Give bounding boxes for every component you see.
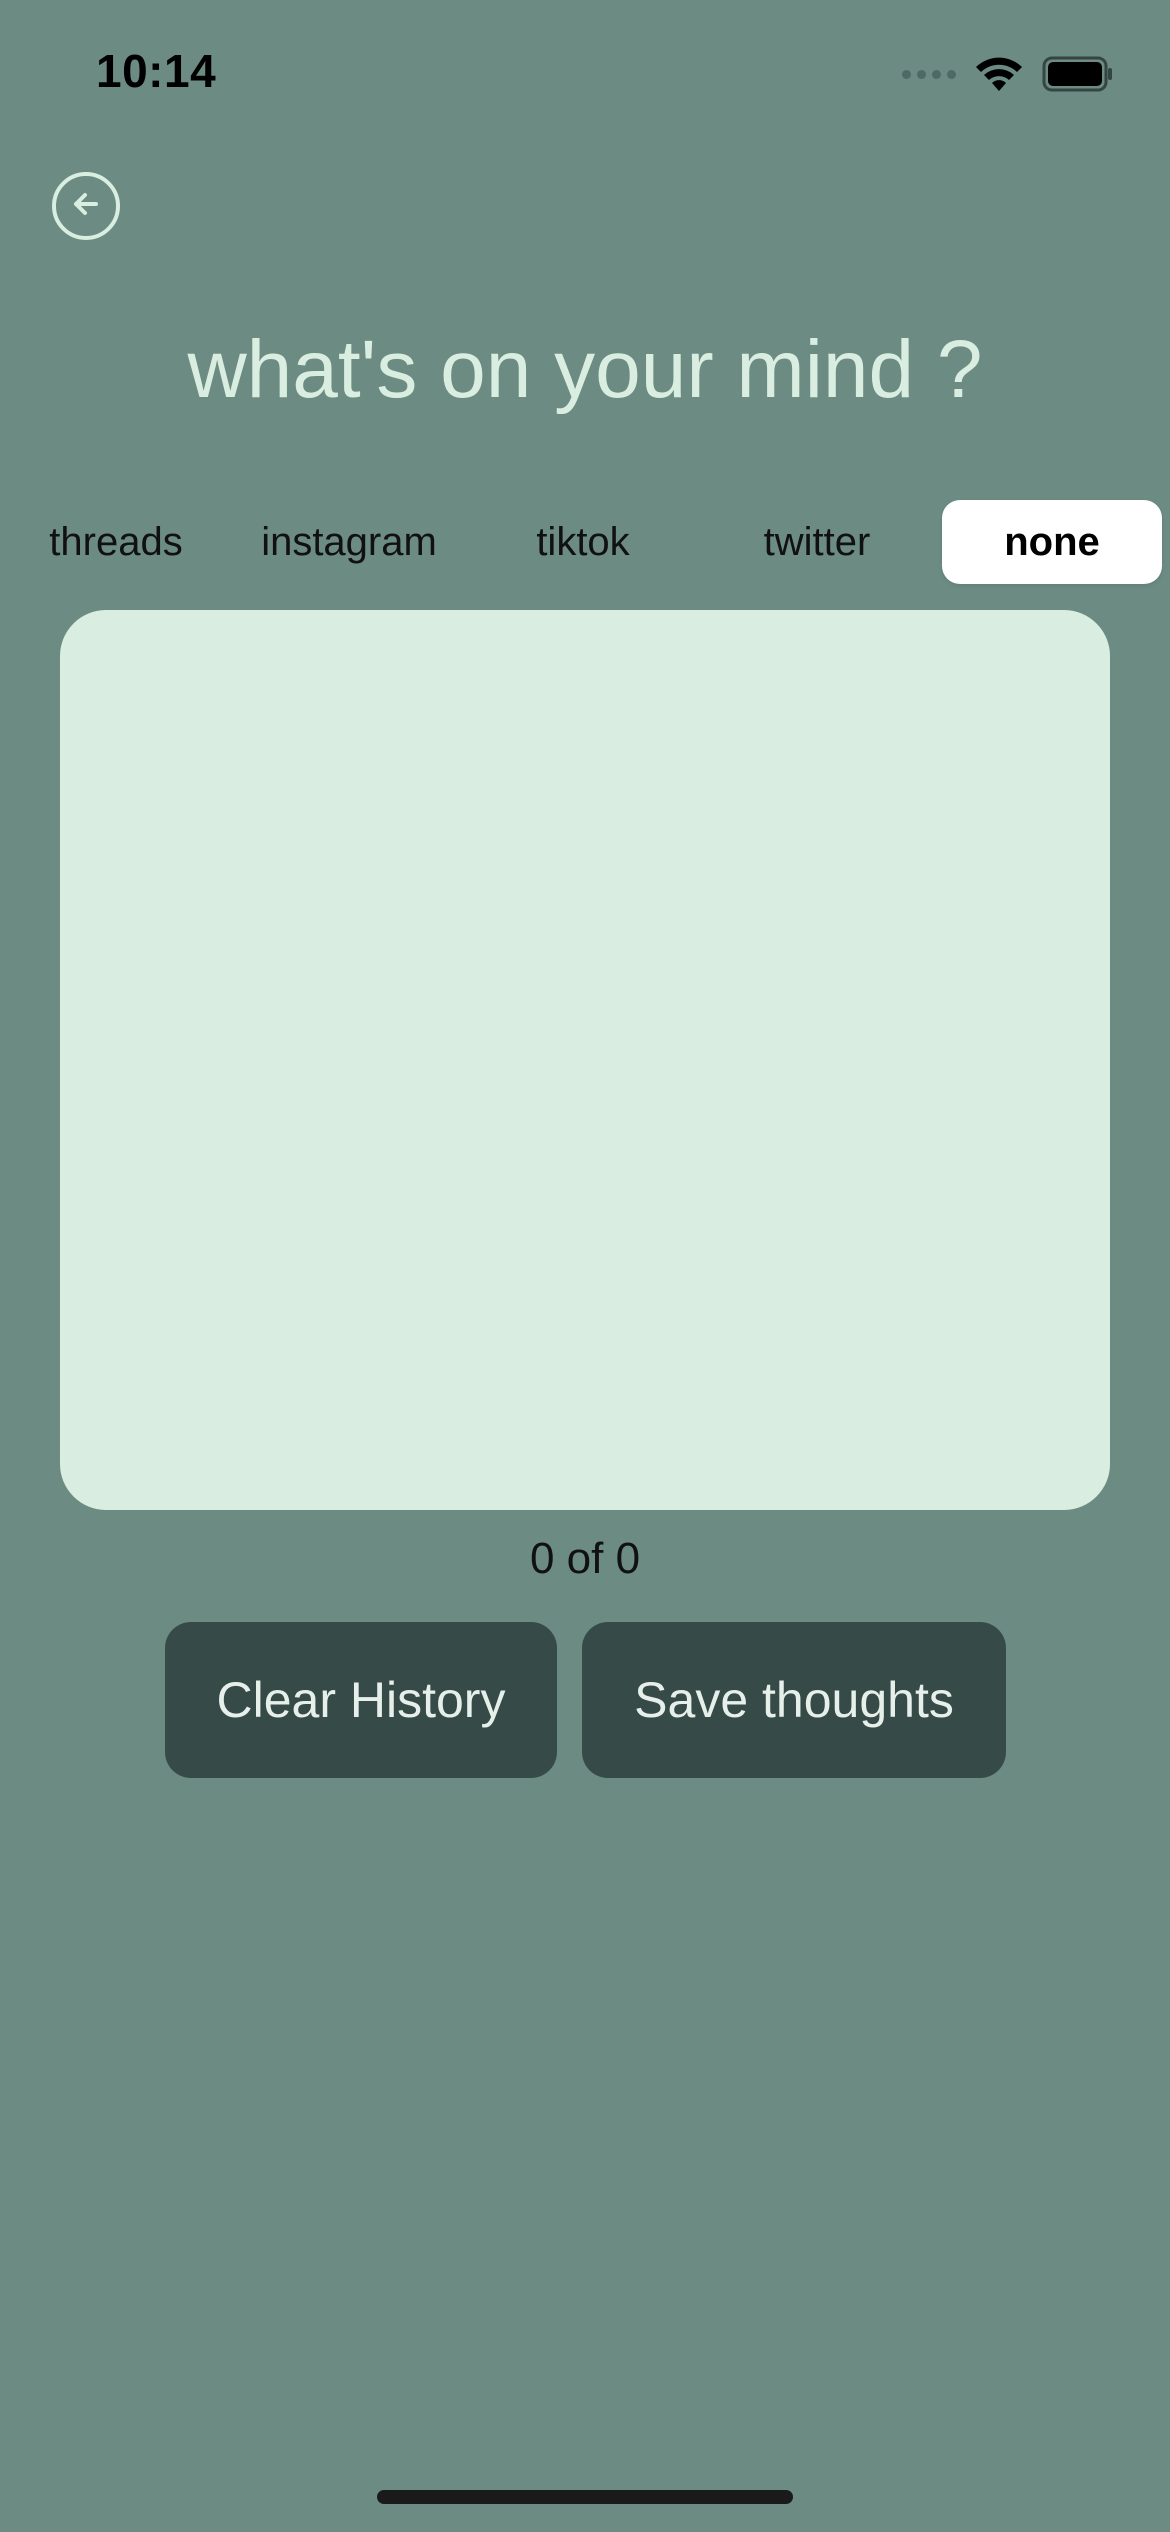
wifi-icon [974, 55, 1024, 93]
status-time: 10:14 [96, 45, 217, 97]
tab-instagram[interactable]: instagram [232, 500, 466, 584]
back-button[interactable] [52, 172, 120, 240]
tab-threads[interactable]: threads [0, 500, 232, 584]
save-thoughts-button[interactable]: Save thoughts [582, 1622, 1006, 1778]
thought-input[interactable] [60, 610, 1110, 1510]
platform-tabs: threads instagram tiktok twitter none [0, 500, 1170, 584]
battery-icon [1042, 55, 1114, 93]
cellular-signal-icon [902, 69, 956, 79]
home-indicator[interactable] [377, 2490, 793, 2504]
tab-twitter[interactable]: twitter [700, 500, 934, 584]
history-counter: 0 of 0 [529, 1534, 641, 1583]
clear-history-button[interactable]: Clear History [165, 1622, 557, 1778]
tab-tiktok[interactable]: tiktok [466, 500, 700, 584]
status-indicators [902, 52, 1114, 96]
tab-none[interactable]: none [942, 500, 1162, 584]
arrow-left-circle-icon [66, 184, 106, 229]
page-title: what's on your mind ? [187, 324, 983, 415]
